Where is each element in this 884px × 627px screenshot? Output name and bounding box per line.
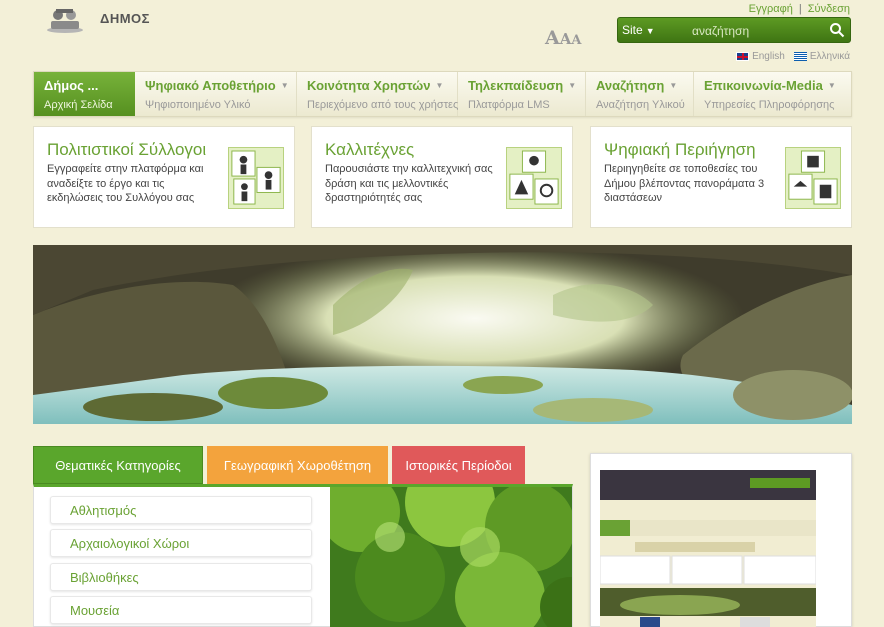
nav-title: Τηλεκπαίδευση ▼ xyxy=(468,78,577,93)
card-cultural-associations[interactable]: Πολιτιστικοί Σύλλογοι Εγγραφείτε στην πλ… xyxy=(33,126,295,228)
nav-title: Ψηφιακό Αποθετήριο ▼ xyxy=(145,78,289,93)
nav-title: Επικοινωνία-Media ▼ xyxy=(704,78,836,93)
uk-flag-icon[interactable] xyxy=(736,52,750,61)
nav-subtitle: Περιεχόμενο από τους χρήστες xyxy=(307,99,459,111)
forest-photo xyxy=(330,487,572,627)
nav-item-digital-repository[interactable]: Ψηφιακό Αποθετήριο ▼ Ψηφιοποιημένο Υλικό xyxy=(135,72,297,116)
category-museums[interactable]: Μουσεία xyxy=(50,596,312,624)
site-name[interactable]: ΔΗΜΟΣ xyxy=(100,11,150,26)
link-separator: | xyxy=(798,3,802,15)
hero-banner-image xyxy=(33,245,852,424)
nav-item-elearning[interactable]: Τηλεκπαίδευση ▼ Πλατφόρμα LMS xyxy=(458,72,586,116)
tab-panel: Αθλητισμός Αρχαιολογικοί Χώροι Βιβλιοθήκ… xyxy=(33,484,573,627)
nav-title: Δήμος ... xyxy=(44,78,99,93)
chevron-down-icon: ▼ xyxy=(280,81,289,90)
associations-icon xyxy=(228,147,284,209)
login-link[interactable]: Σύνδεση xyxy=(808,3,850,15)
card-title: Πολιτιστικοί Σύλλογοι xyxy=(47,140,207,159)
site-preview-widget xyxy=(590,453,852,627)
font-size-medium-button[interactable]: A xyxy=(560,30,572,48)
nav-subtitle: Πλατφόρμα LMS xyxy=(468,99,550,111)
nav-subtitle: Αναζήτηση Υλικού xyxy=(596,99,685,111)
search-scope-label: Site xyxy=(622,23,643,37)
card-title: Καλλιτέχνες xyxy=(325,140,415,159)
search-input[interactable] xyxy=(692,22,824,39)
nav-subtitle: Αρχική Σελίδα xyxy=(44,99,113,111)
user-links: Εγγραφή | Σύνδεση xyxy=(749,3,850,15)
main-nav: Δήμος ... Αρχική Σελίδα Ψηφιακό Αποθετήρ… xyxy=(33,71,852,117)
tab-geographic-location[interactable]: Γεωγραφική Χωροθέτηση xyxy=(207,446,388,484)
lang-greek-link[interactable]: Ελληνικά xyxy=(810,51,850,62)
tab-historical-periods[interactable]: Ιστορικές Περίοδοι xyxy=(392,446,525,484)
tab-thematic-categories[interactable]: Θεματικές Κατηγορίες xyxy=(33,446,203,484)
search-icon[interactable] xyxy=(829,22,845,38)
greek-flag-icon[interactable] xyxy=(793,52,807,61)
municipality-logo[interactable] xyxy=(45,6,85,34)
register-link[interactable]: Εγγραφή xyxy=(749,3,793,15)
card-virtual-tour[interactable]: Ψηφιακή Περιήγηση Περιηγηθείτε σε τοποθε… xyxy=(590,126,852,228)
card-artists[interactable]: Καλλιτέχνες Παρουσιάστε την καλλιτεχνική… xyxy=(311,126,573,228)
card-description: Παρουσιάστε την καλλιτεχνική σας δράση κ… xyxy=(325,163,493,204)
page: ΔΗΜΟΣ Εγγραφή|Σύνδεση AAA Site▼ English … xyxy=(0,0,884,627)
chevron-down-icon: ▼ xyxy=(669,81,678,90)
nav-item-contact-media[interactable]: Επικοινωνία-Media ▼ Υπηρεσίες Πληροφόρηση… xyxy=(694,72,851,116)
nav-title: Κοινότητα Χρηστών ▼ xyxy=(307,78,444,93)
category-sports[interactable]: Αθλητισμός xyxy=(50,496,312,524)
nav-subtitle: Υπηρεσίες Πληροφόρησης xyxy=(704,99,835,111)
artists-icon xyxy=(506,147,562,209)
virtual-tour-icon xyxy=(785,147,841,209)
font-size-large-button[interactable]: A xyxy=(545,27,560,49)
category-archaeological-sites[interactable]: Αρχαιολογικοί Χώροι xyxy=(50,529,312,557)
chevron-down-icon: ▼ xyxy=(435,81,444,90)
site-preview-thumbnail[interactable] xyxy=(600,470,816,627)
card-description: Περιηγηθείτε σε τοποθεσίες του Δήμου βλέ… xyxy=(604,163,765,204)
font-size-controls: AAA xyxy=(545,27,581,49)
nav-item-search[interactable]: Αναζήτηση ▼ Αναζήτηση Υλικού xyxy=(586,72,694,116)
nav-title: Αναζήτηση ▼ xyxy=(596,78,678,93)
nav-item-user-community[interactable]: Κοινότητα Χρηστών ▼ Περιεχόμενο από τους … xyxy=(297,72,458,116)
lang-english-link[interactable]: English xyxy=(752,51,785,62)
nav-subtitle: Ψηφιοποιημένο Υλικό xyxy=(145,99,251,111)
nav-item-home[interactable]: Δήμος ... Αρχική Σελίδα xyxy=(34,72,135,116)
card-description: Εγγραφείτε στην πλατφόρμα και αναδείξτε … xyxy=(47,163,204,204)
language-switcher: English Ελληνικά xyxy=(736,51,850,62)
chevron-down-icon: ▼ xyxy=(827,81,836,90)
chevron-down-icon: ▼ xyxy=(568,81,577,90)
chevron-down-icon: ▼ xyxy=(645,26,655,36)
font-size-small-button[interactable]: A xyxy=(571,33,581,48)
search-scope-dropdown[interactable]: Site ▼ xyxy=(622,23,655,37)
card-title: Ψηφιακή Περιήγηση xyxy=(604,140,756,159)
search-bar: Site ▼ xyxy=(617,17,851,43)
category-libraries[interactable]: Βιβλιοθήκες xyxy=(50,563,312,591)
